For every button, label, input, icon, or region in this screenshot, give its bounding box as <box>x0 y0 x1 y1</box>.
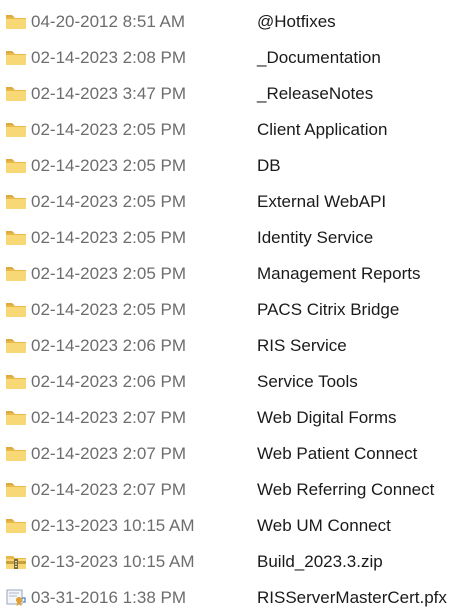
folder-icon <box>5 445 27 463</box>
folder-icon <box>5 157 27 175</box>
folder-icon <box>5 301 27 319</box>
file-row[interactable]: 02-14-2023 2:08 PM _Documentation <box>0 40 472 76</box>
file-name: Management Reports <box>257 264 421 283</box>
file-date-modified: 02-14-2023 2:05 PM <box>31 156 186 175</box>
file-row[interactable]: 02-14-2023 2:06 PM Service Tools <box>0 364 472 400</box>
folder-icon <box>5 193 27 211</box>
file-row[interactable]: 02-14-2023 2:06 PM RIS Service <box>0 328 472 364</box>
folder-icon <box>5 409 27 427</box>
file-list: 04-20-2012 8:51 AM @Hotfixes 02-14-2023 … <box>0 0 472 611</box>
file-row[interactable]: 02-14-2023 2:07 PM Web Referring Connect <box>0 472 472 508</box>
file-date-modified: 02-13-2023 10:15 AM <box>31 516 195 535</box>
folder-icon <box>5 265 27 283</box>
file-row[interactable]: 02-14-2023 2:05 PM Management Reports <box>0 256 472 292</box>
file-name: Web Digital Forms <box>257 408 397 427</box>
folder-icon <box>5 121 27 139</box>
file-name: RIS Service <box>257 336 347 355</box>
file-date-modified: 02-14-2023 2:07 PM <box>31 480 186 499</box>
file-row[interactable]: 02-14-2023 2:07 PM Web Digital Forms <box>0 400 472 436</box>
file-name: @Hotfixes <box>257 12 336 31</box>
file-row[interactable]: 02-14-2023 2:05 PM DB <box>0 148 472 184</box>
file-row[interactable]: 02-14-2023 2:05 PM PACS Citrix Bridge <box>0 292 472 328</box>
folder-icon <box>5 373 27 391</box>
folder-icon <box>5 481 27 499</box>
file-name: Service Tools <box>257 372 358 391</box>
file-date-modified: 02-14-2023 2:05 PM <box>31 192 186 211</box>
file-date-modified: 02-14-2023 2:07 PM <box>31 408 186 427</box>
file-name: _Documentation <box>257 48 381 67</box>
folder-icon <box>5 13 27 31</box>
file-name: External WebAPI <box>257 192 387 211</box>
file-name: Web Patient Connect <box>257 444 418 463</box>
folder-icon <box>5 337 27 355</box>
zip-archive-icon <box>5 553 27 571</box>
file-name: Web Referring Connect <box>257 480 435 499</box>
file-date-modified: 04-20-2012 8:51 AM <box>31 12 186 31</box>
file-name: RISServerMasterCert.pfx <box>257 588 447 607</box>
file-row[interactable]: 02-14-2023 2:05 PM Client Application <box>0 112 472 148</box>
folder-icon <box>5 517 27 535</box>
file-row[interactable]: 02-14-2023 2:05 PM Identity Service <box>0 220 472 256</box>
file-date-modified: 02-14-2023 2:05 PM <box>31 264 186 283</box>
file-date-modified: 02-14-2023 2:07 PM <box>31 444 186 463</box>
file-name: Identity Service <box>257 228 374 247</box>
file-date-modified: 02-13-2023 10:15 AM <box>31 552 195 571</box>
folder-icon <box>5 229 27 247</box>
file-date-modified: 02-14-2023 2:05 PM <box>31 300 186 319</box>
folder-icon <box>5 49 27 67</box>
file-date-modified: 02-14-2023 2:05 PM <box>31 120 186 139</box>
file-name: Build_2023.3.zip <box>257 552 383 571</box>
file-date-modified: 02-14-2023 2:08 PM <box>31 48 186 67</box>
file-date-modified: 03-31-2016 1:38 PM <box>31 588 186 607</box>
file-row[interactable]: 02-13-2023 10:15 AM Build_2023.3.zip <box>0 544 472 580</box>
file-name: PACS Citrix Bridge <box>257 300 400 319</box>
file-row[interactable]: 04-20-2012 8:51 AM @Hotfixes <box>0 4 472 40</box>
folder-icon <box>5 85 27 103</box>
certificate-icon <box>5 589 27 607</box>
file-date-modified: 02-14-2023 3:47 PM <box>31 84 186 103</box>
file-name: _ReleaseNotes <box>257 84 374 103</box>
file-date-modified: 02-14-2023 2:05 PM <box>31 228 186 247</box>
file-name: DB <box>257 156 281 175</box>
file-row[interactable]: 02-14-2023 2:05 PM External WebAPI <box>0 184 472 220</box>
file-date-modified: 02-14-2023 2:06 PM <box>31 372 186 391</box>
file-row[interactable]: 02-14-2023 2:07 PM Web Patient Connect <box>0 436 472 472</box>
file-name: Web UM Connect <box>257 516 391 535</box>
file-row[interactable]: 02-13-2023 10:15 AM Web UM Connect <box>0 508 472 544</box>
file-date-modified: 02-14-2023 2:06 PM <box>31 336 186 355</box>
file-row[interactable]: 02-14-2023 3:47 PM _ReleaseNotes <box>0 76 472 112</box>
file-name: Client Application <box>257 120 388 139</box>
